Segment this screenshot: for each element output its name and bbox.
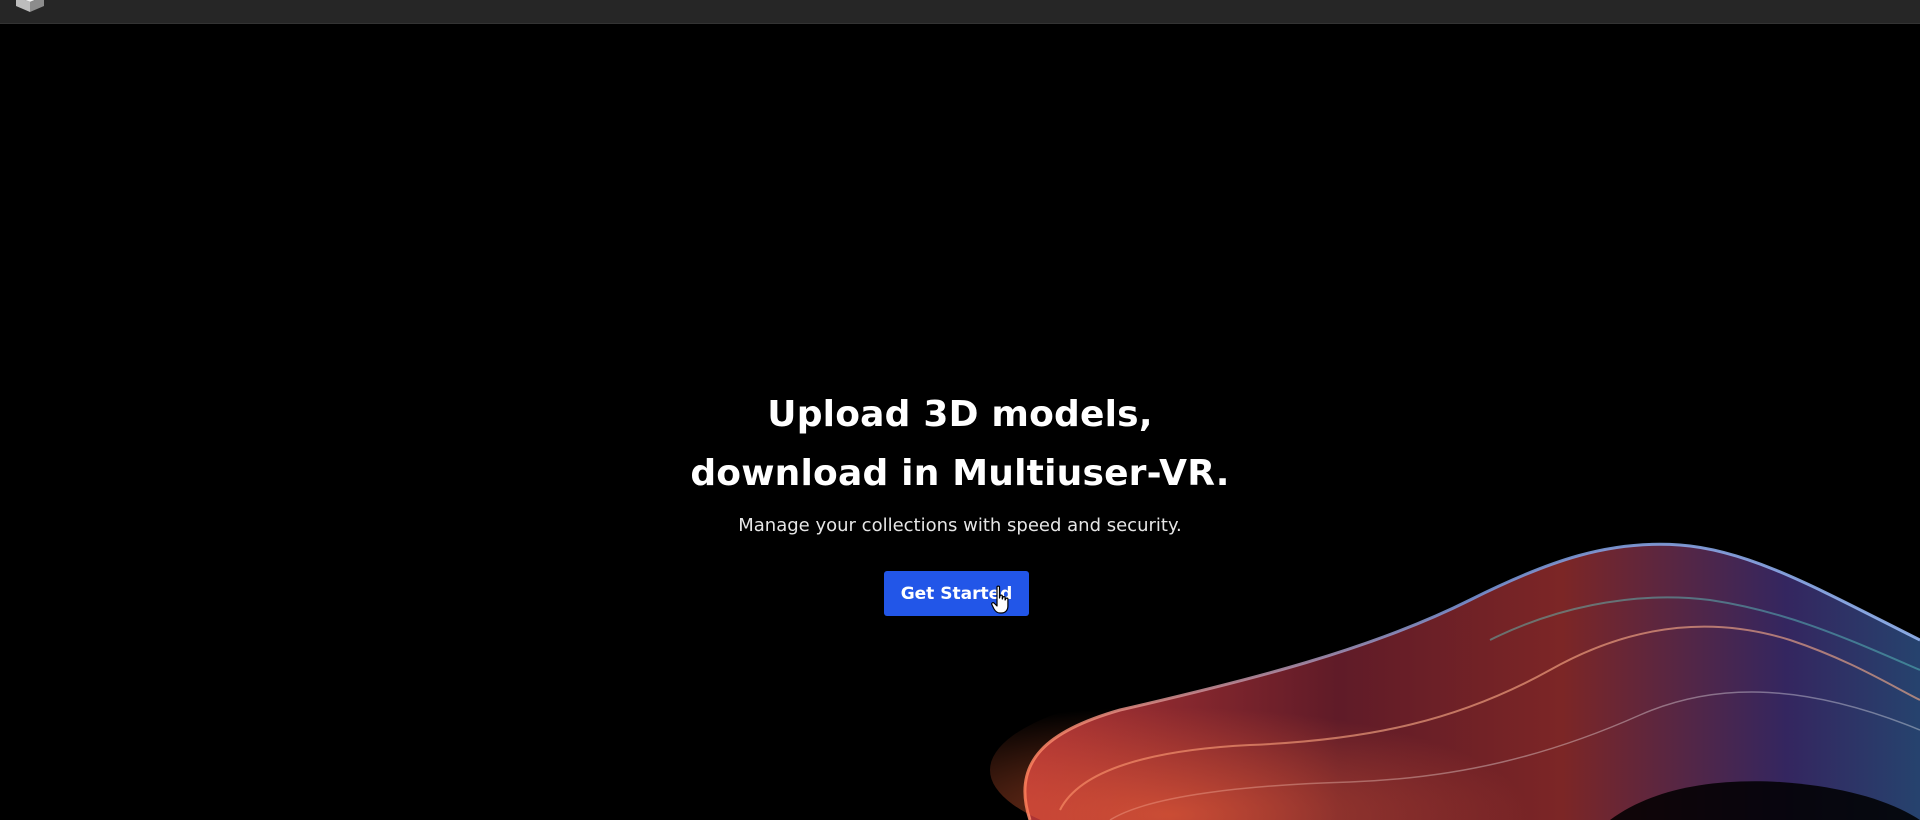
cube-logo-icon[interactable] [8, 0, 52, 12]
hero-subtitle: Manage your collections with speed and s… [738, 515, 1182, 536]
hero-headline-line1: Upload 3D models, [767, 394, 1153, 435]
top-bar [0, 0, 1920, 24]
hero-headline-line2: download in Multiuser-VR. [690, 453, 1230, 494]
iridescent-wave-graphic [990, 542, 1920, 820]
get-started-button[interactable]: Get Started [884, 571, 1029, 616]
hero-headline: Upload 3D models, download in Multiuser-… [0, 385, 1920, 503]
hero-section: Upload 3D models, download in Multiuser-… [0, 385, 1920, 537]
landing-page: Upload 3D models, download in Multiuser-… [0, 0, 1920, 820]
